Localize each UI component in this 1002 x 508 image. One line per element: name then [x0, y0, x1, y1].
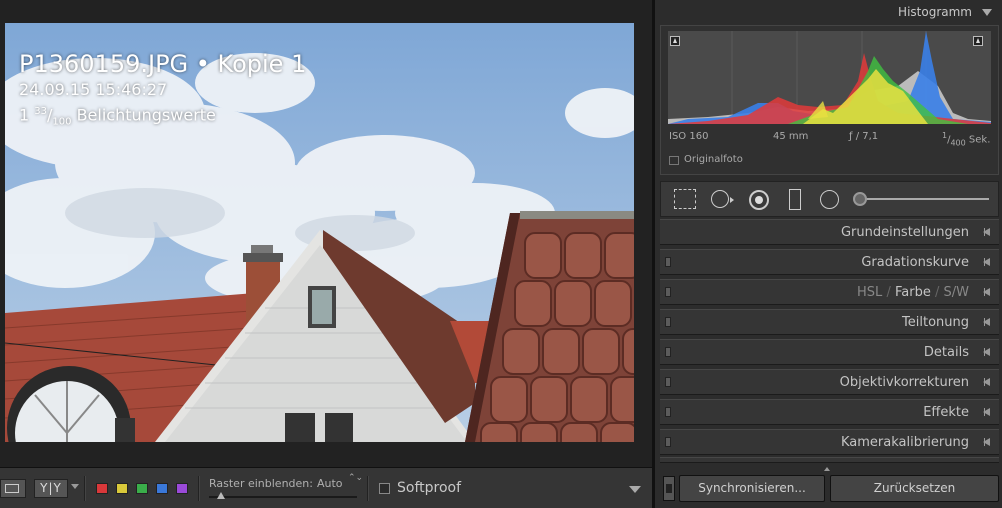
red-eye-icon[interactable]: [749, 190, 769, 210]
expand-triangle-icon[interactable]: [983, 408, 990, 416]
bottom-toolbar: Y|Y Raster einblenden: Auto ⌃⌄ Softproof: [0, 467, 652, 508]
color-label-blue[interactable]: [156, 483, 168, 494]
overlay-filename: P1360159.JPG • Kopie 1: [19, 50, 307, 78]
panel-label: Details: [923, 345, 969, 360]
expand-triangle-icon[interactable]: [983, 318, 990, 326]
exif-aperture: ƒ / 7,1: [849, 131, 879, 142]
expand-triangle-icon[interactable]: [983, 348, 990, 356]
tab-farbe[interactable]: Farbe: [895, 285, 931, 300]
softproof-label[interactable]: Softproof: [397, 480, 461, 496]
panel-toggle-switch[interactable]: [665, 377, 671, 387]
develop-right-panel: Histogramm ISO 160 45 mm ƒ / 7,1 1/400 S…: [655, 0, 1002, 508]
grid-size-slider[interactable]: [209, 496, 357, 498]
tab-sw[interactable]: S/W: [944, 285, 970, 300]
shadow-clipping-icon[interactable]: [670, 36, 680, 46]
exposure-suffix: Belichtungswerte: [71, 105, 216, 125]
histogram-header[interactable]: Histogramm: [655, 0, 1002, 24]
original-photo-label[interactable]: Originalfoto: [684, 154, 743, 165]
panel-teiltonung[interactable]: Teiltonung: [660, 309, 999, 335]
adjustment-brush-track: [861, 198, 989, 200]
panel-resize-arrow-icon[interactable]: [824, 467, 830, 471]
panel-objektivkorrekturen[interactable]: Objektivkorrekturen: [660, 369, 999, 395]
expand-triangle-icon[interactable]: [983, 378, 990, 386]
graduated-filter-icon[interactable]: [789, 189, 801, 210]
sync-button[interactable]: Synchronisieren...: [679, 475, 825, 502]
panel-kamerakalibrierung[interactable]: Kamerakalibrierung: [660, 429, 999, 455]
toolbar-divider: [84, 476, 86, 501]
histogram-curves: [668, 31, 991, 124]
chevron-down-icon[interactable]: [71, 484, 79, 489]
up-down-arrows-icon[interactable]: ⌃⌄: [348, 474, 363, 483]
histogram-graph[interactable]: [668, 31, 991, 124]
exif-focal-length: 45 mm: [773, 131, 809, 142]
panel-details[interactable]: Details: [660, 339, 999, 365]
collapse-triangle-icon[interactable]: [982, 9, 992, 16]
loupe-view-icon[interactable]: [0, 479, 26, 498]
panel-toggle-switch[interactable]: [665, 317, 671, 327]
panel-grundeinstellungen[interactable]: Grundeinstellungen: [660, 219, 999, 245]
expand-triangle-icon[interactable]: [983, 228, 990, 236]
panel-hsl-farbe-sw[interactable]: HSL / Farbe / S/W: [660, 279, 999, 305]
color-label-yellow[interactable]: [116, 483, 128, 494]
original-photo-checkbox[interactable]: [669, 156, 679, 165]
exposure-numerator: 33: [34, 106, 47, 117]
panel-toggle-switch[interactable]: [665, 287, 671, 297]
panel-label: Grundeinstellungen: [840, 225, 969, 240]
color-label-purple[interactable]: [176, 483, 188, 494]
image-view-area: P1360159.JPG • Kopie 1 24.09.15 15:46:27…: [0, 0, 652, 508]
histogram-title: Histogramm: [898, 5, 972, 19]
overlay-datetime: 24.09.15 15:46:27: [19, 80, 168, 99]
tab-separator: /: [934, 285, 940, 300]
exposure-prefix: 1: [19, 105, 35, 125]
softproof-checkbox[interactable]: [379, 483, 390, 494]
expand-triangle-icon[interactable]: [983, 258, 990, 266]
toolbar-menu-chevron-icon[interactable]: [629, 486, 641, 493]
exif-shutter: 1/400 Sek.: [942, 131, 990, 147]
color-label-red[interactable]: [96, 483, 108, 494]
color-label-green[interactable]: [136, 483, 148, 494]
panel-label: Kamerakalibrierung: [840, 435, 969, 450]
spot-removal-arrow-icon: [730, 197, 734, 203]
crop-overlay-icon[interactable]: [674, 189, 696, 209]
spot-removal-icon[interactable]: [711, 190, 729, 208]
panel-label: Effekte: [923, 405, 969, 420]
panel-label: Teiltonung: [902, 315, 969, 330]
shutter-denominator: 400: [950, 138, 966, 148]
highlight-clipping-icon[interactable]: [973, 36, 983, 46]
panel-label: HSL / Farbe / S/W: [857, 285, 969, 300]
panel-toggle-switch[interactable]: [665, 437, 671, 447]
toolbar-divider: [198, 476, 200, 501]
expand-triangle-icon[interactable]: [983, 288, 990, 296]
exif-iso: ISO 160: [669, 131, 709, 142]
panel-label: Objektivkorrekturen: [839, 375, 969, 390]
grid-overlay-label: Raster einblenden:: [209, 477, 313, 490]
panel-effekte[interactable]: Effekte: [660, 399, 999, 425]
before-after-button[interactable]: Y|Y: [34, 479, 68, 498]
adjustment-brush-icon[interactable]: [853, 192, 867, 206]
radial-filter-icon[interactable]: [820, 190, 839, 209]
panel-label: Gradationskurve: [861, 255, 969, 270]
reset-button[interactable]: Zurücksetzen: [830, 475, 999, 502]
tool-strip: [660, 181, 999, 217]
panel-toggle-switch[interactable]: [665, 407, 671, 417]
tab-hsl[interactable]: HSL: [857, 285, 882, 300]
panel-toggle-switch[interactable]: [665, 347, 671, 357]
expand-triangle-icon[interactable]: [983, 438, 990, 446]
tab-separator: /: [886, 285, 891, 300]
auto-sync-switch[interactable]: [663, 476, 675, 501]
panel-end-strip: [660, 457, 999, 463]
grid-overlay-select[interactable]: Auto: [317, 477, 343, 490]
shutter-unit: Sek.: [965, 134, 991, 146]
photo-info-overlay: P1360159.JPG • Kopie 1 24.09.15 15:46:27…: [19, 49, 306, 134]
histogram-panel: ISO 160 45 mm ƒ / 7,1 1/400 Sek. Origina…: [660, 25, 999, 175]
slider-thumb[interactable]: [217, 492, 225, 499]
overlay-exposure: 1 33/100 Belichtungswerte: [19, 101, 306, 134]
toolbar-divider: [367, 476, 369, 501]
exposure-denominator: 100: [52, 116, 72, 128]
panel-gradationskurve[interactable]: Gradationskurve: [660, 249, 999, 275]
photo-preview[interactable]: P1360159.JPG • Kopie 1 24.09.15 15:46:27…: [5, 23, 634, 442]
panel-toggle-switch[interactable]: [665, 257, 671, 267]
